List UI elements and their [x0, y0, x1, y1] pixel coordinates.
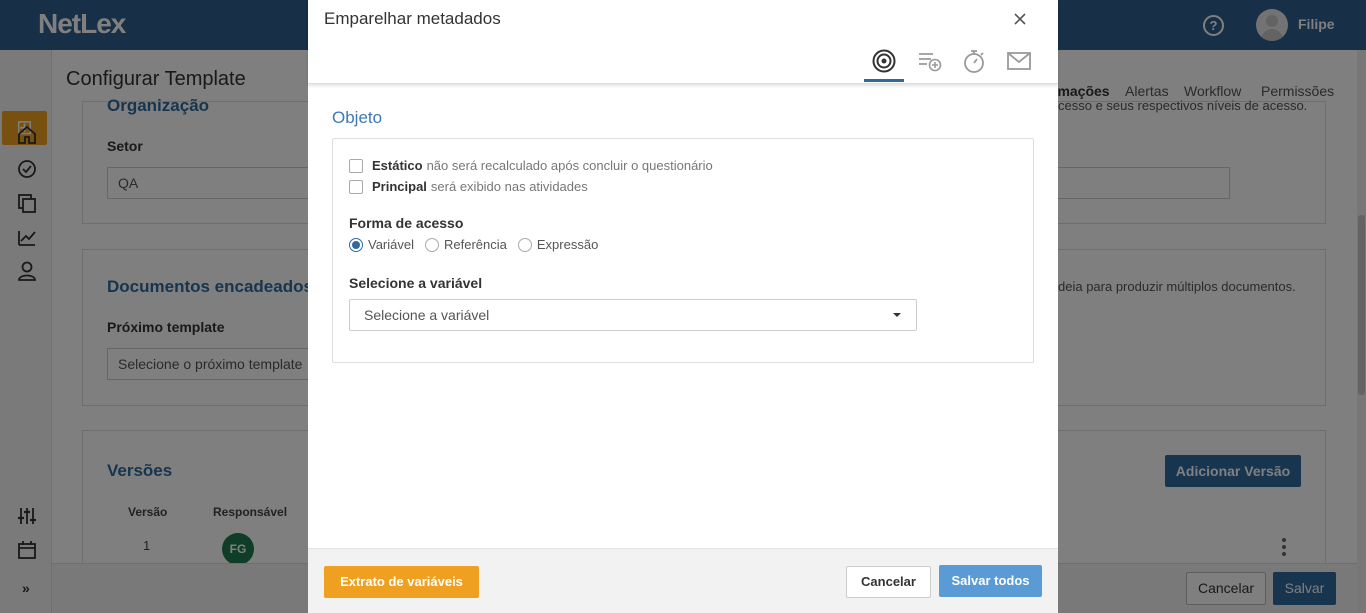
- access-mode-label: Forma de acesso: [349, 215, 464, 231]
- radio-referencia[interactable]: Referência: [425, 237, 507, 252]
- tab-list[interactable]: [910, 48, 950, 82]
- radio-variavel-label: Variável: [368, 237, 415, 252]
- principal-checkbox[interactable]: [349, 179, 363, 194]
- tab-object[interactable]: [864, 48, 904, 82]
- envelope-icon: [1007, 52, 1031, 70]
- dialog-title: Emparelhar metadados: [324, 9, 501, 28]
- object-panel: Estático não será recalculado após concl…: [332, 138, 1034, 363]
- radio-referencia-label: Referência: [444, 237, 507, 252]
- static-checkbox[interactable]: [349, 158, 363, 173]
- variable-extract-button[interactable]: Extrato de variáveis: [324, 566, 479, 598]
- radio-variavel[interactable]: Variável: [349, 237, 414, 252]
- variable-select[interactable]: Selecione a variável: [349, 299, 917, 331]
- radio-expressao-label: Expressão: [536, 237, 599, 252]
- principal-label: Principal: [372, 179, 427, 194]
- target-icon: [872, 49, 896, 73]
- radio-expressao-button[interactable]: [517, 237, 532, 252]
- radio-referencia-button[interactable]: [425, 237, 440, 252]
- tab-email[interactable]: [999, 48, 1039, 82]
- principal-hint: será exibido nas atividades: [430, 179, 588, 194]
- metadata-pairing-dialog: Emparelhar metadados Objeto Estático não…: [308, 0, 1058, 613]
- variable-select-label: Selecione a variável: [349, 275, 483, 291]
- static-hint: não será recalculado após concluir o que…: [426, 158, 713, 173]
- dialog-cancel-button[interactable]: Cancelar: [846, 566, 931, 598]
- access-mode-radio-group: Variável Referência Expressão: [349, 237, 609, 252]
- stopwatch-icon: [964, 50, 984, 73]
- variable-select-placeholder: Selecione a variável: [364, 307, 490, 323]
- object-section-title: Objeto: [332, 108, 383, 127]
- tab-timer[interactable]: [954, 48, 994, 82]
- radio-variavel-button[interactable]: [349, 237, 363, 252]
- save-all-button[interactable]: Salvar todos: [939, 565, 1042, 597]
- dialog-footer: Extrato de variáveis Cancelar Salvar tod…: [308, 548, 1058, 613]
- close-icon[interactable]: [1011, 10, 1029, 28]
- radio-expressao[interactable]: Expressão: [517, 237, 599, 252]
- chevron-down-icon: [893, 313, 901, 317]
- static-checkbox-row[interactable]: Estático não será recalculado após concl…: [349, 158, 713, 173]
- static-label: Estático: [372, 158, 423, 173]
- list-add-icon: [919, 53, 942, 72]
- principal-checkbox-row[interactable]: Principal será exibido nas atividades: [349, 179, 588, 194]
- dialog-header: Emparelhar metadados: [308, 0, 1058, 84]
